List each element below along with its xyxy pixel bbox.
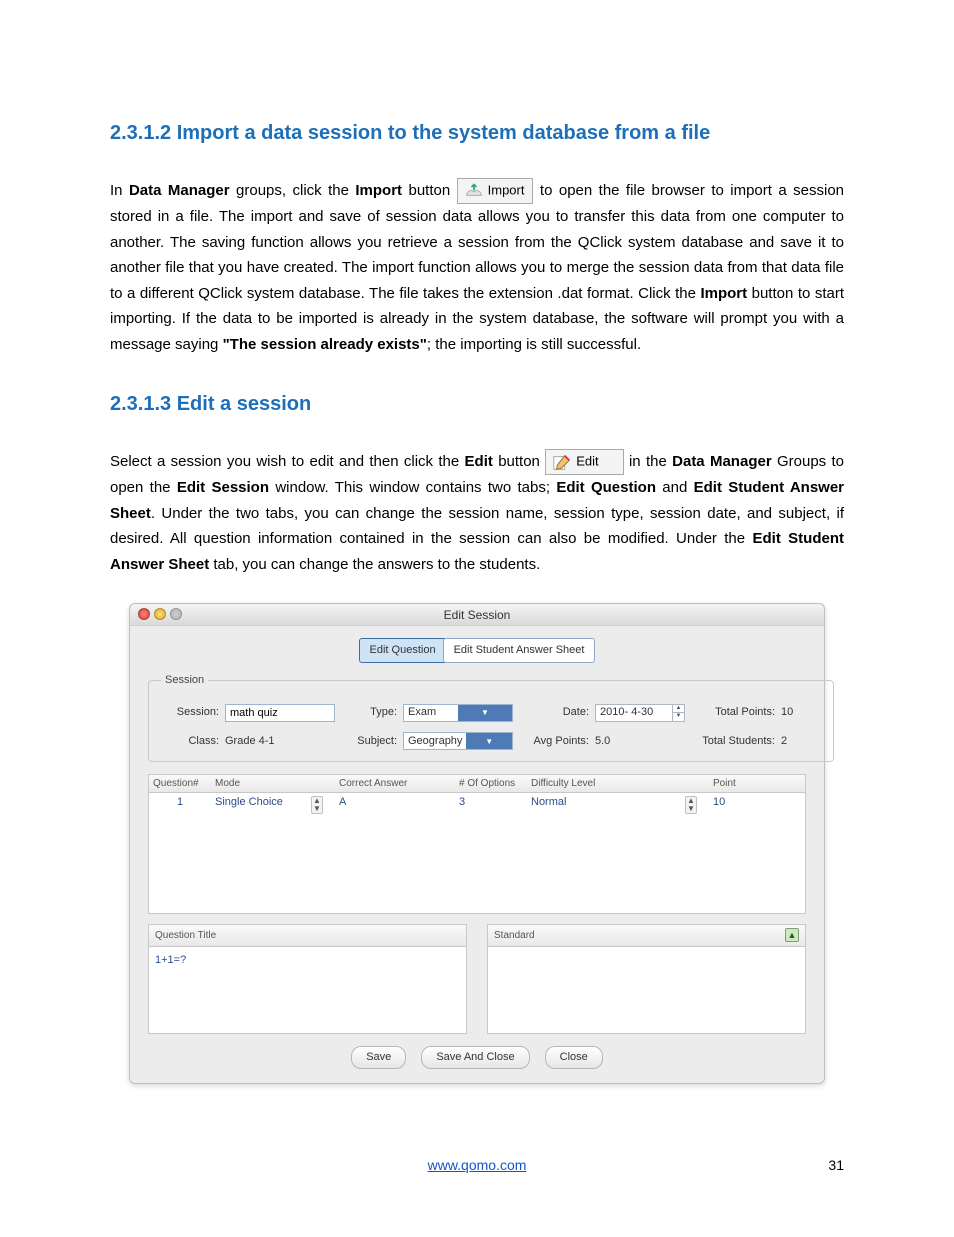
text: in the	[629, 453, 672, 470]
close-button[interactable]: Close	[545, 1046, 603, 1069]
tab-edit-student-answer-sheet[interactable]: Edit Student Answer Sheet	[443, 638, 596, 663]
text: Select a session you wish to edit and th…	[110, 453, 465, 470]
standard-box: Standard ▲	[487, 924, 806, 1034]
text-strong: "The session already exists"	[223, 336, 427, 353]
col-correct-answer: Correct Answer	[335, 775, 455, 792]
date-stepper[interactable]: 2010- 4-30 ▲▼	[595, 704, 685, 722]
import-paragraph: In Data Manager groups, click the Import…	[110, 178, 844, 357]
tab-edit-question[interactable]: Edit Question	[359, 638, 447, 663]
minimize-window-icon[interactable]	[154, 608, 166, 620]
label-total-points: Total Points:	[691, 703, 775, 722]
window-traffic-lights[interactable]	[138, 608, 182, 620]
text: ; the importing is still successful.	[427, 336, 641, 353]
import-button-illustration: Import	[457, 178, 534, 204]
stepper-up-icon[interactable]: ▲	[672, 705, 684, 713]
col-point: Point	[709, 775, 765, 792]
subject-value: Geography	[404, 732, 466, 751]
close-window-icon[interactable]	[138, 608, 150, 620]
total-students-value: 2	[781, 732, 821, 751]
cell-difficulty: Normal	[527, 793, 681, 812]
window-title: Edit Session	[444, 608, 511, 622]
question-title-box: Question Title 1+1=?	[148, 924, 467, 1034]
text-strong: Edit	[465, 453, 493, 470]
edit-session-window: Edit Session Edit QuestionEdit Student A…	[129, 603, 825, 1083]
questions-table: Question# Mode Correct Answer # Of Optio…	[148, 774, 806, 914]
zoom-window-icon[interactable]	[170, 608, 182, 620]
col-options: # Of Options	[455, 775, 527, 792]
text: button	[402, 182, 457, 199]
label-avg-points: Avg Points:	[519, 732, 589, 751]
session-input[interactable]	[225, 704, 335, 722]
label-date: Date:	[519, 703, 589, 722]
dropdown-arrow-icon: ▼	[458, 705, 512, 721]
table-row[interactable]: 1 Single Choice ▲▼ A 3 Normal ▲▼ 10	[149, 793, 805, 813]
session-legend: Session	[161, 671, 208, 690]
type-value: Exam	[404, 703, 458, 722]
cell-options: 3	[455, 793, 527, 812]
text-strong: Edit Session	[177, 479, 269, 496]
class-value: Grade 4-1	[225, 732, 335, 751]
avg-points-value: 5.0	[595, 732, 685, 751]
text-strong: Data Manager	[672, 453, 772, 470]
footer-link[interactable]: www.qomo.com	[428, 1157, 527, 1173]
mode-stepper-icon[interactable]: ▲▼	[311, 796, 323, 814]
text: In	[110, 182, 129, 199]
text: tab, you can change the answers to the s…	[209, 556, 540, 573]
question-title-value[interactable]: 1+1=?	[149, 947, 466, 974]
text-strong: Edit Question	[556, 479, 656, 496]
edit-button-illustration: Edit	[545, 449, 623, 475]
page-number: 31	[828, 1154, 844, 1178]
label-session: Session:	[161, 703, 219, 722]
text: button	[493, 453, 540, 470]
text: window. This window contains two tabs;	[269, 479, 556, 496]
text-strong: Import	[355, 182, 402, 199]
total-points-value: 10	[781, 703, 821, 722]
col-mode: Mode	[211, 775, 307, 792]
standard-label: Standard	[494, 927, 535, 944]
cell-answer: A	[335, 793, 455, 812]
type-dropdown[interactable]: Exam ▼	[403, 704, 513, 722]
cell-mode: Single Choice	[211, 793, 307, 812]
window-titlebar: Edit Session	[130, 604, 824, 626]
col-difficulty: Difficulty Level	[527, 775, 681, 792]
text-strong: Import	[700, 285, 747, 302]
import-icon	[464, 182, 484, 200]
text: and	[656, 479, 694, 496]
cell-qnum: 1	[149, 793, 211, 812]
label-class: Class:	[161, 732, 219, 751]
text-strong: Data Manager	[129, 182, 230, 199]
text: . Under the two tabs, you can change the…	[110, 505, 844, 548]
subject-dropdown[interactable]: Geography ▼	[403, 732, 513, 750]
edit-button-label: Edit	[576, 454, 598, 469]
session-fieldset: Session Session: Type: Exam ▼ Date: 2010…	[148, 671, 834, 762]
save-and-close-button[interactable]: Save And Close	[421, 1046, 529, 1069]
col-question-num: Question#	[149, 775, 211, 792]
standard-expand-icon[interactable]: ▲	[785, 928, 799, 942]
date-value: 2010- 4-30	[596, 703, 672, 722]
stepper-down-icon[interactable]: ▼	[672, 713, 684, 721]
dropdown-arrow-icon: ▼	[466, 733, 512, 749]
label-total-students: Total Students:	[691, 732, 775, 751]
heading-import-section: 2.3.1.2 Import a data session to the sys…	[110, 116, 844, 150]
save-button[interactable]: Save	[351, 1046, 406, 1069]
question-title-label: Question Title	[155, 927, 216, 944]
text: groups, click the	[230, 182, 356, 199]
page-footer: www.qomo.com 31	[110, 1154, 844, 1178]
import-button-label: Import	[488, 182, 525, 197]
heading-edit-section: 2.3.1.3 Edit a session	[110, 387, 844, 421]
questions-table-header: Question# Mode Correct Answer # Of Optio…	[149, 775, 805, 793]
label-type: Type:	[341, 703, 397, 722]
cell-point: 10	[709, 793, 765, 812]
difficulty-stepper-icon[interactable]: ▲▼	[685, 796, 697, 814]
edit-icon	[552, 453, 572, 471]
label-subject: Subject:	[341, 732, 397, 751]
edit-paragraph: Select a session you wish to edit and th…	[110, 449, 844, 577]
